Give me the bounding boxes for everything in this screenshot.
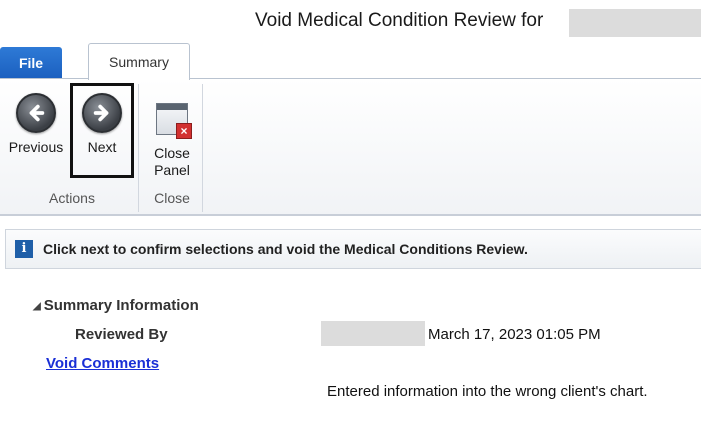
- info-bar: i Click next to confirm selections and v…: [5, 229, 701, 269]
- collapse-triangle-icon[interactable]: ◢: [33, 301, 41, 312]
- close-panel-label-1: Close: [154, 145, 190, 161]
- tab-file[interactable]: File: [0, 47, 62, 79]
- arrow-left-icon: [16, 93, 56, 133]
- info-message: Click next to confirm selections and voi…: [43, 241, 528, 257]
- close-panel-button[interactable]: × Close Panel: [146, 93, 198, 179]
- group-label-actions: Actions: [49, 190, 95, 206]
- ribbon-tabs: File Summary: [0, 43, 701, 80]
- redacted-client-name: [569, 9, 701, 37]
- ribbon-divider: [0, 214, 701, 216]
- void-comment-text: Entered information into the wrong clien…: [327, 383, 648, 400]
- close-panel-label-2: Panel: [154, 162, 190, 178]
- void-comments-link[interactable]: Void Comments: [46, 355, 159, 372]
- window-title: Void Medical Condition Review for: [255, 10, 544, 31]
- tab-summary[interactable]: Summary: [88, 43, 190, 80]
- next-button-highlight: [70, 83, 134, 178]
- group-separator: [138, 84, 139, 212]
- previous-label: Previous: [8, 139, 64, 155]
- previous-button[interactable]: Previous: [4, 93, 68, 156]
- group-separator: [202, 84, 203, 212]
- reviewed-by-label: Reviewed By: [75, 326, 168, 343]
- redacted-reviewer-name: [321, 321, 425, 346]
- summary-section-title: Summary Information: [43, 297, 199, 314]
- close-panel-icon: ×: [156, 103, 192, 139]
- group-label-close: Close: [154, 190, 190, 206]
- summary-section-header[interactable]: ◢ Summary Information: [33, 297, 199, 314]
- info-icon: i: [15, 240, 33, 258]
- reviewed-by-value: March 17, 2023 01:05 PM: [428, 326, 601, 343]
